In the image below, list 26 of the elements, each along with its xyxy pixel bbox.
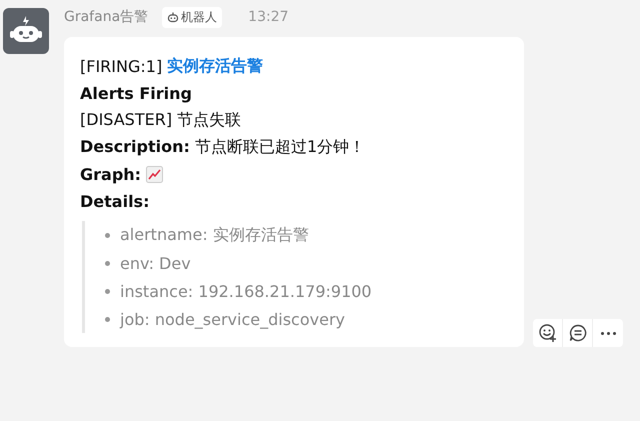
add-reaction-button[interactable] (533, 319, 563, 347)
robot-avatar-icon (3, 8, 49, 54)
smiley-plus-icon (538, 323, 558, 343)
bullet-icon (105, 232, 110, 238)
detail-text: instance: 192.168.21.179:9100 (120, 282, 372, 300)
bot-badge: 机器人 (162, 6, 222, 28)
bullet-icon (105, 316, 110, 322)
alert-status: [FIRING:1] (80, 57, 162, 76)
bullet-icon (105, 260, 110, 266)
more-icon (600, 332, 616, 334)
description-text: Description: 节点断联已超过1分钟！ (80, 136, 366, 158)
more-button[interactable] (593, 319, 623, 347)
speech-bubble-icon (568, 323, 588, 343)
graph-label: Graph: (80, 165, 142, 184)
alerts-heading: Alerts Firing (80, 83, 193, 105)
severity-text: [DISASTER] 节点失联 (80, 109, 242, 131)
details-label: Details: (80, 191, 150, 213)
bullet-icon (105, 288, 110, 294)
detail-text: env: Dev (120, 254, 191, 272)
message-time: 13:27 (248, 9, 289, 25)
reply-button[interactable] (563, 319, 593, 347)
sender-name[interactable]: Grafana告警 (64, 8, 148, 26)
detail-text: job: node_service_discovery (120, 310, 345, 328)
detail-text: alertname: 实例存活告警 (120, 224, 309, 246)
chart-icon[interactable] (146, 166, 164, 183)
alert-link[interactable]: 实例存活告警 (167, 56, 264, 77)
